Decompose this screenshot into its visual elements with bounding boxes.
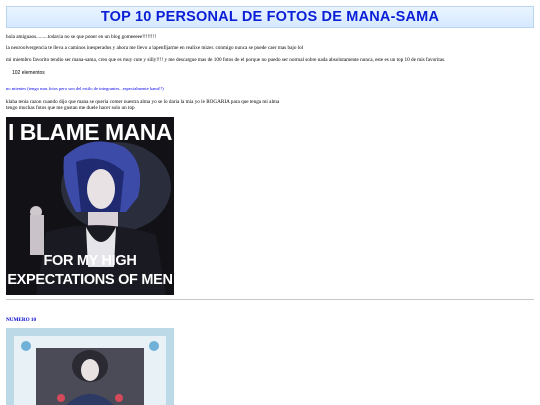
meme-bottom-line-1: FOR MY HIGH [43,253,137,269]
photo-number-10 [6,328,174,405]
framed-photo [6,328,174,405]
element-count: 102 elementos [12,70,45,76]
note-link[interactable]: no mientes (tengo mas fotos pero son del… [6,86,164,91]
intro-line-2: la neuroolvergencia te lleva a caminos i… [6,45,304,51]
meme-image: I BLAME MANA FOR MY HIGH EXPECTATIONS OF… [6,117,174,295]
intro-line-3: mi miembro favorito tendio ser mana-sama… [6,57,446,63]
title-banner: TOP 10 PERSONAL DE FOTOS DE MANA-SAMA [6,6,534,28]
section-divider [6,299,534,300]
page-title: TOP 10 PERSONAL DE FOTOS DE MANA-SAMA [100,9,440,25]
meme-top-text: I BLAME MANA [8,119,172,145]
meme-bottom-line-2: EXPECTATIONS OF MEN [7,272,173,288]
intro-line-1: hola amiguaos.........todavia no se que … [6,34,157,40]
paragraph-line-2: tengo muchas fotos que me gustan me duel… [6,105,135,111]
section-label: NUMERO 10 [6,317,37,323]
